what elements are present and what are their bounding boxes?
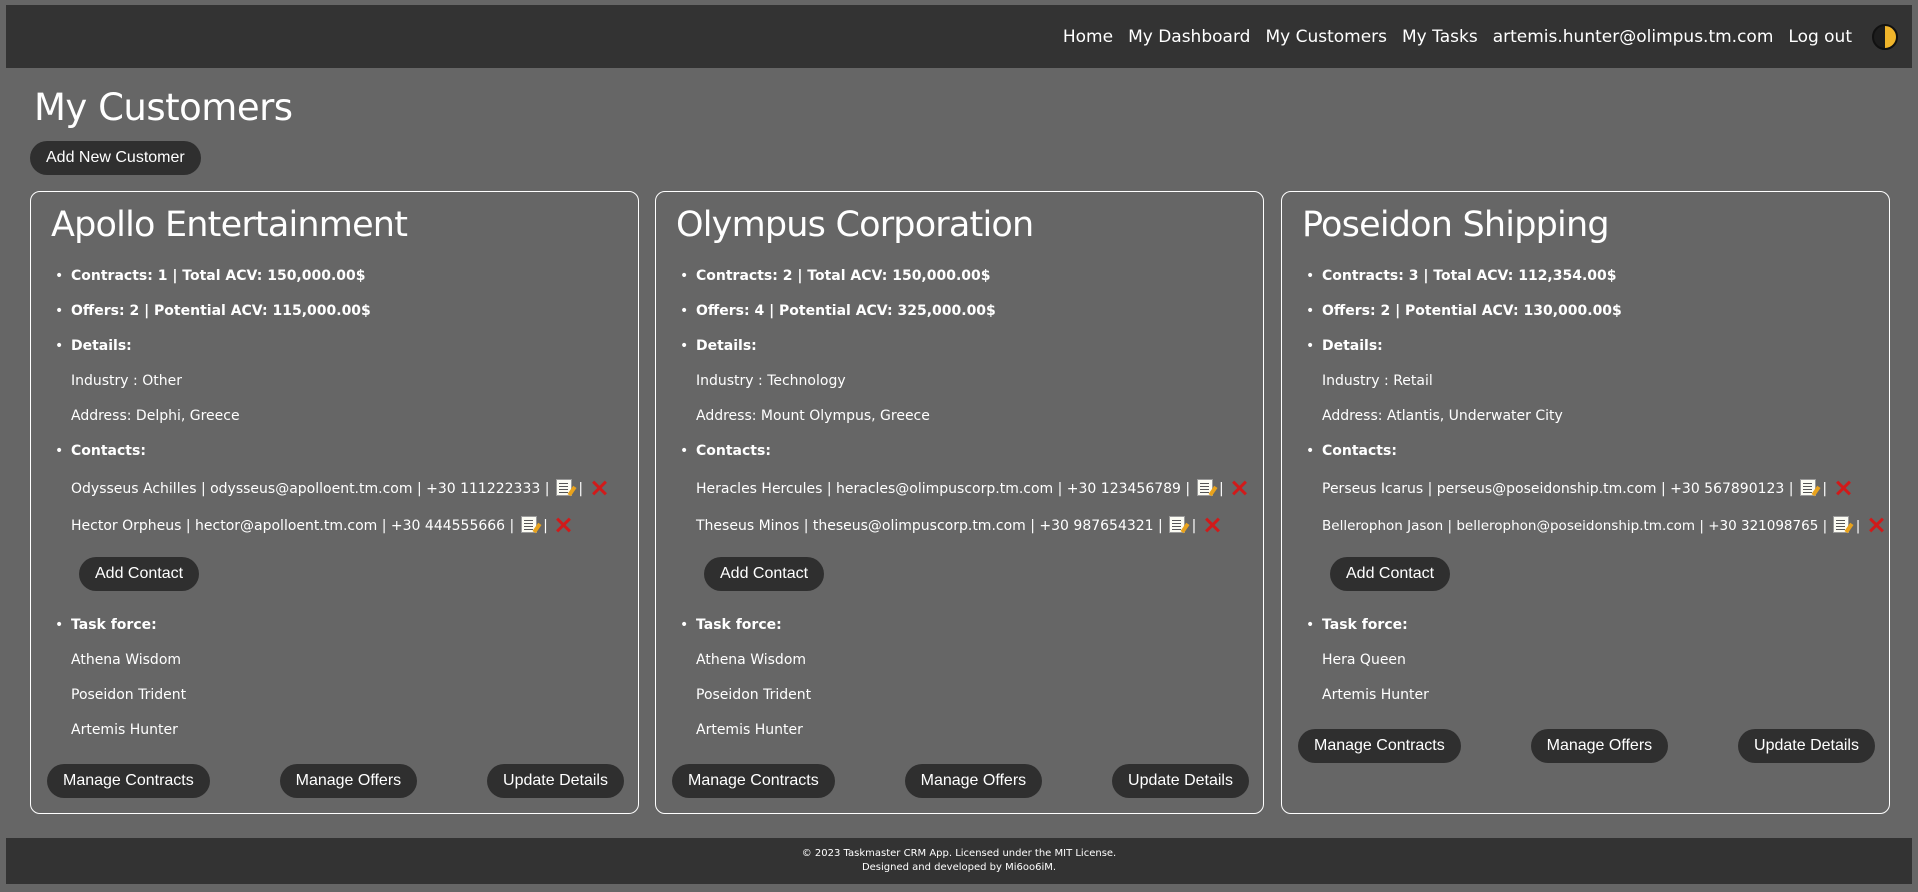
add-contact-button[interactable]: Add Contact xyxy=(1330,557,1451,591)
contacts-heading: Contacts: xyxy=(55,443,146,459)
offers-summary: Offers: 2 | Potential ACV: 115,000.00$ xyxy=(55,303,371,319)
customer-name: Olympus Corporation xyxy=(676,205,1034,245)
update-details-button[interactable]: Update Details xyxy=(1738,729,1875,763)
footer-license: © 2023 Taskmaster CRM App. Licensed unde… xyxy=(801,848,1117,859)
contacts-heading: Contacts: xyxy=(680,443,771,459)
theme-toggle-icon[interactable] xyxy=(1872,23,1898,50)
manage-offers-button[interactable]: Manage Offers xyxy=(904,764,1043,798)
contact-info: Heracles Hercules | heracles@olimpuscorp… xyxy=(696,481,1191,497)
card-actions: Manage Contracts Manage Offers Update De… xyxy=(672,764,1249,798)
contact-info: Perseus Icarus | perseus@poseidonship.tm… xyxy=(1322,481,1794,497)
edit-contact-icon[interactable] xyxy=(520,516,537,533)
contact-row: Bellerophon Jason | bellerophon@poseidon… xyxy=(1322,516,1887,534)
contacts-heading: Contacts: xyxy=(1306,443,1397,459)
contact-row: Heracles Hercules | heracles@olimpuscorp… xyxy=(696,479,1250,497)
separator: | xyxy=(1855,518,1861,534)
edit-contact-icon[interactable] xyxy=(1833,516,1850,533)
customer-card: Poseidon Shipping Contracts: 3 | Total A… xyxy=(1281,191,1890,814)
task-force-member: Artemis Hunter xyxy=(1322,687,1429,703)
contact-info: Hector Orpheus | hector@apolloent.tm.com… xyxy=(71,518,515,534)
customer-card: Olympus Corporation Contracts: 2 | Total… xyxy=(655,191,1264,814)
task-force-heading: Task force: xyxy=(1306,617,1408,633)
separator: | xyxy=(1822,481,1828,497)
nav-tasks-link[interactable]: My Tasks xyxy=(1402,27,1478,47)
nav-customers-link[interactable]: My Customers xyxy=(1265,27,1387,47)
task-force-heading: Task force: xyxy=(680,617,782,633)
contact-row: Perseus Icarus | perseus@poseidonship.tm… xyxy=(1322,479,1854,497)
nav-dashboard-link[interactable]: My Dashboard xyxy=(1128,27,1250,47)
address-text: Address: Mount Olympus, Greece xyxy=(696,408,930,424)
delete-contact-icon[interactable] xyxy=(590,480,608,496)
task-force-member: Athena Wisdom xyxy=(71,652,182,668)
task-force-member: Athena Wisdom xyxy=(696,652,807,668)
update-details-button[interactable]: Update Details xyxy=(487,764,624,798)
contact-row: Hector Orpheus | hector@apolloent.tm.com… xyxy=(71,516,574,534)
details-heading: Details: xyxy=(1306,338,1383,354)
manage-contracts-button[interactable]: Manage Contracts xyxy=(1298,729,1461,763)
contact-info: Theseus Minos | theseus@olimpuscorp.tm.c… xyxy=(696,518,1163,534)
offers-summary: Offers: 4 | Potential ACV: 325,000.00$ xyxy=(680,303,996,319)
delete-contact-icon[interactable] xyxy=(1203,517,1221,533)
details-heading: Details: xyxy=(55,338,132,354)
navbar: Home My Dashboard My Customers My Tasks … xyxy=(6,5,1912,68)
address-text: Address: Atlantis, Underwater City xyxy=(1322,408,1563,424)
nav-logout-link[interactable]: Log out xyxy=(1788,27,1852,47)
delete-contact-icon[interactable] xyxy=(1867,517,1885,533)
offers-summary: Offers: 2 | Potential ACV: 130,000.00$ xyxy=(1306,303,1622,319)
manage-contracts-button[interactable]: Manage Contracts xyxy=(672,764,835,798)
nav-home-link[interactable]: Home xyxy=(1063,27,1113,47)
update-details-button[interactable]: Update Details xyxy=(1112,764,1249,798)
separator: | xyxy=(1191,518,1197,534)
footer-credits: Designed and developed by Mi6oo6iM. xyxy=(861,862,1057,873)
address-text: Address: Delphi, Greece xyxy=(71,408,240,424)
edit-contact-icon[interactable] xyxy=(555,479,572,496)
manage-offers-button[interactable]: Manage Offers xyxy=(1530,729,1669,763)
card-actions: Manage Contracts Manage Offers Update De… xyxy=(47,764,624,798)
task-force-member: Poseidon Trident xyxy=(71,687,187,703)
footer: © 2023 Taskmaster CRM App. Licensed unde… xyxy=(6,838,1912,884)
contact-info: Bellerophon Jason | bellerophon@poseidon… xyxy=(1322,518,1828,534)
page-title: My Customers xyxy=(34,86,293,129)
contracts-summary: Contracts: 1 | Total ACV: 150,000.00$ xyxy=(55,268,366,284)
nav-user-email-link[interactable]: artemis.hunter@olimpus.tm.com xyxy=(1493,27,1774,47)
industry-text: Industry : Retail xyxy=(1322,373,1433,389)
industry-text: Industry : Technology xyxy=(696,373,846,389)
contact-row: Theseus Minos | theseus@olimpuscorp.tm.c… xyxy=(696,516,1223,534)
manage-offers-button[interactable]: Manage Offers xyxy=(279,764,418,798)
details-heading: Details: xyxy=(680,338,757,354)
add-contact-button[interactable]: Add Contact xyxy=(704,557,825,591)
separator: | xyxy=(578,481,584,497)
separator: | xyxy=(543,518,548,534)
customer-name: Apollo Entertainment xyxy=(51,205,408,245)
task-force-member: Artemis Hunter xyxy=(696,722,803,738)
customer-name: Poseidon Shipping xyxy=(1302,205,1610,245)
task-force-member: Artemis Hunter xyxy=(71,722,178,738)
edit-contact-icon[interactable] xyxy=(1169,516,1186,533)
contact-info: Odysseus Achilles | odysseus@apolloent.t… xyxy=(71,481,550,497)
separator: | xyxy=(1219,481,1224,497)
edit-contact-icon[interactable] xyxy=(1196,479,1213,496)
manage-contracts-button[interactable]: Manage Contracts xyxy=(47,764,210,798)
add-contact-button[interactable]: Add Contact xyxy=(79,557,200,591)
contracts-summary: Contracts: 3 | Total ACV: 112,354.00$ xyxy=(1306,268,1617,284)
task-force-member: Poseidon Trident xyxy=(696,687,812,703)
card-actions: Manage Contracts Manage Offers Update De… xyxy=(1298,729,1875,763)
industry-text: Industry : Other xyxy=(71,373,182,389)
customer-card: Apollo Entertainment Contracts: 1 | Tota… xyxy=(30,191,639,814)
add-new-customer-button[interactable]: Add New Customer xyxy=(30,141,201,175)
task-force-member: Hera Queen xyxy=(1322,652,1406,668)
contracts-summary: Contracts: 2 | Total ACV: 150,000.00$ xyxy=(680,268,991,284)
delete-contact-icon[interactable] xyxy=(1834,480,1852,496)
delete-contact-icon[interactable] xyxy=(1230,480,1248,496)
task-force-heading: Task force: xyxy=(55,617,157,633)
delete-contact-icon[interactable] xyxy=(554,517,572,533)
edit-contact-icon[interactable] xyxy=(1799,479,1816,496)
contact-row: Odysseus Achilles | odysseus@apolloent.t… xyxy=(71,479,610,497)
